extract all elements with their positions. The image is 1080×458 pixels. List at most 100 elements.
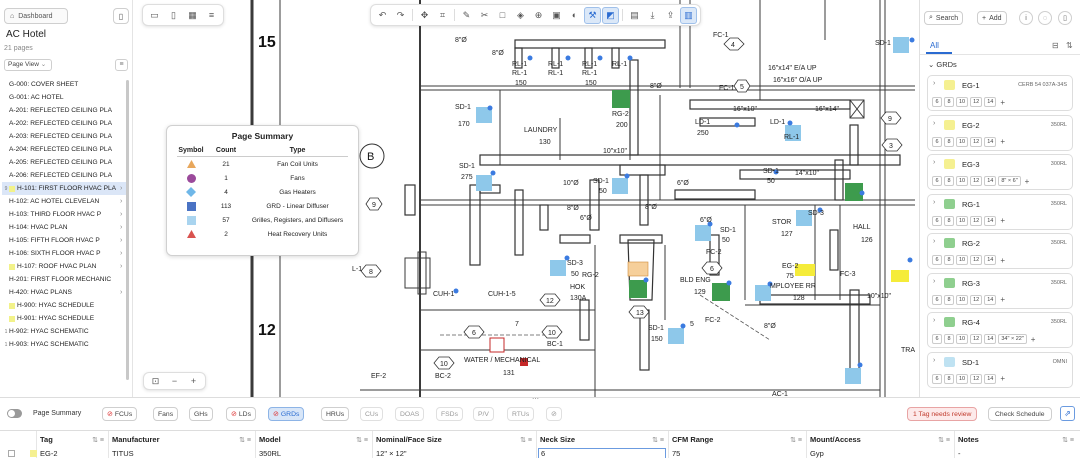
sheet-item[interactable]: 1 H-902: HYAC SCHEMATIC xyxy=(2,325,128,338)
tools-icon[interactable]: ✂ xyxy=(476,7,493,24)
chevron-right-icon[interactable]: › xyxy=(933,278,935,285)
cell-notes[interactable]: - xyxy=(958,448,961,458)
phone-icon[interactable]: ▯ xyxy=(165,7,182,24)
sheet-item[interactable]: G-000: COVER SHEET xyxy=(2,78,128,91)
add-size-icon[interactable]: + xyxy=(1025,177,1030,186)
size-chip[interactable]: 12 xyxy=(970,176,983,186)
add-size-icon[interactable]: + xyxy=(1000,256,1005,265)
filter-chip[interactable]: HRUs xyxy=(321,407,350,421)
grd-card[interactable]: › EG-2 350RL 6 8 10 12 14 + xyxy=(927,114,1073,151)
size-chip[interactable]: 8 xyxy=(944,215,954,226)
cell-face-size[interactable]: 12" × 12" xyxy=(376,448,407,458)
save-icon[interactable]: ▤ xyxy=(626,7,643,24)
size-chip[interactable]: 6 xyxy=(932,334,942,344)
auto-detect-icon[interactable]: ◩ xyxy=(602,6,619,24)
sheet-item[interactable]: H-201: FIRST FLOOR MECHANIC xyxy=(2,273,128,286)
crop-icon[interactable]: ⌗ xyxy=(434,7,451,24)
sheet-item[interactable]: H-104: HVAC PLAN › xyxy=(2,221,128,234)
resize-handle-icon[interactable]: ⋯ xyxy=(532,395,540,403)
size-chip[interactable]: 6 xyxy=(932,136,942,147)
size-chip[interactable]: 6 xyxy=(932,255,942,265)
col-mount[interactable]: Mount/Access ⇅ ≡ xyxy=(810,433,952,446)
grd-card[interactable]: › SD-1 OMNI 6 8 10 12 14 + xyxy=(927,351,1073,388)
size-chip[interactable]: 10 xyxy=(956,97,969,107)
rectangle-icon[interactable]: □ xyxy=(494,7,511,24)
sidebar-toggle-icon[interactable]: ▯ xyxy=(113,8,129,24)
sheet-item[interactable]: 9 H-101: FIRST FLOOR HVAC PLA › xyxy=(2,182,128,195)
chevron-right-icon[interactable]: › xyxy=(933,357,935,364)
filter-chip[interactable]: ⊘ FCUs xyxy=(102,407,138,421)
cell-cfm-range[interactable]: 75 xyxy=(672,448,680,458)
zoom-in-icon[interactable]: + xyxy=(185,373,202,390)
cell-model[interactable]: 350RL xyxy=(259,448,281,458)
sort-icon[interactable]: ⇅ xyxy=(1066,41,1073,50)
filter-chip[interactable]: ⊘ LDs xyxy=(226,407,256,421)
table-icon[interactable]: ▥ xyxy=(680,6,697,24)
size-chip[interactable]: 10 xyxy=(956,215,969,226)
add-size-icon[interactable]: + xyxy=(1000,216,1005,225)
cell-tag[interactable]: EG-2 xyxy=(40,448,58,458)
zoom-out-icon[interactable]: − xyxy=(166,373,183,390)
filter-chip[interactable]: P/V xyxy=(473,407,494,421)
size-chip[interactable]: 6 xyxy=(932,294,942,305)
col-face-size[interactable]: Nominal/Face Size ⇅ ≡ xyxy=(376,433,534,446)
col-cfm-range[interactable]: CFM Range ⇅ ≡ xyxy=(672,433,804,446)
size-chip[interactable]: 14 xyxy=(984,255,997,265)
size-chip[interactable]: 12 xyxy=(970,373,983,384)
size-chip[interactable]: 8 xyxy=(944,255,954,265)
tab-all[interactable]: All xyxy=(930,41,939,50)
add-size-icon[interactable]: + xyxy=(1000,295,1005,304)
size-chip[interactable]: 12 xyxy=(970,136,983,147)
size-chip[interactable]: 14 xyxy=(984,136,997,147)
download-icon[interactable]: ⤓ xyxy=(644,7,661,24)
drawing-canvas[interactable]: 45 98 12 6 10 10 13 6 93 75 15 12 B FC-1 SD-… xyxy=(0,0,1080,397)
col-notes[interactable]: Notes ⇅ ≡ xyxy=(958,433,1076,446)
size-chip[interactable]: 10 xyxy=(956,334,969,344)
size-chip[interactable]: 14 xyxy=(984,176,997,186)
filter-chip[interactable]: CUs xyxy=(360,407,384,421)
search-button[interactable]: ⌕ Search xyxy=(924,11,964,25)
sheet-item[interactable]: H-901: HYAC SCHEDULE xyxy=(2,312,128,325)
chevron-right-icon[interactable]: › xyxy=(933,199,935,206)
size-chip[interactable]: 10 xyxy=(956,294,969,305)
sheet-item[interactable]: A-201: REFLECTED CEILING PLA xyxy=(2,104,128,117)
chevron-right-icon[interactable]: › xyxy=(933,120,935,127)
info-icon[interactable]: i xyxy=(1019,11,1033,25)
chevron-right-icon[interactable]: › xyxy=(933,80,935,87)
add-size-icon[interactable]: + xyxy=(1031,335,1036,344)
sheet-item[interactable]: A-202: REFLECTED CEILING PLA xyxy=(2,117,128,130)
add-size-icon[interactable]: + xyxy=(1000,98,1005,107)
sheet-item[interactable]: G-001: AC HOTEL xyxy=(2,91,128,104)
size-chip[interactable]: 12 xyxy=(970,294,983,305)
add-button[interactable]: + Add xyxy=(977,11,1007,25)
fit-screen-icon[interactable]: ⊡ xyxy=(147,373,164,390)
size-chip[interactable]: 6 xyxy=(932,373,942,384)
tag-review-badge[interactable]: 1 Tag needs review xyxy=(907,407,978,421)
size-chip[interactable]: 10 xyxy=(956,176,969,186)
col-model[interactable]: Model ⇅ ≡ xyxy=(259,433,370,446)
size-chip[interactable]: 14 xyxy=(984,334,997,344)
size-chip[interactable]: 6 xyxy=(932,97,942,107)
sheet-item[interactable]: A-206: REFLECTED CEILING PLA xyxy=(2,169,128,182)
undo-icon[interactable]: ↶ xyxy=(374,7,391,24)
dashboard-button[interactable]: ⌂ Dashboard xyxy=(4,8,68,24)
layers-icon[interactable]: ◈ xyxy=(512,7,529,24)
size-chip[interactable]: 12 xyxy=(970,97,983,107)
sheet-item[interactable]: H-102: AC HOTEL CLEVELAN › xyxy=(2,195,128,208)
page-summary-toggle[interactable] xyxy=(7,409,22,418)
size-chip[interactable]: 6 xyxy=(932,176,942,186)
size-chip[interactable]: 6 xyxy=(932,215,942,226)
size-chip[interactable]: 12 xyxy=(970,255,983,265)
col-tag[interactable]: Tag ⇅ ≡ xyxy=(40,433,106,446)
filter-chip[interactable]: ⊘ GRDs xyxy=(268,407,305,421)
size-chip[interactable]: 12 xyxy=(970,334,983,344)
size-chip[interactable]: 8 xyxy=(944,97,954,107)
grd-card[interactable]: › EG-1 CERB 54 037A-34S 6 8 10 12 14 + xyxy=(927,75,1073,111)
open-external-icon[interactable]: ⇗ xyxy=(1060,406,1075,421)
sheet-item[interactable]: H-107: ROOF HVAC PLAN › xyxy=(2,260,128,273)
cell-neck-size-input[interactable]: 6 xyxy=(538,448,666,458)
col-neck-size[interactable]: Neck Size ⇅ ≡ xyxy=(540,433,666,446)
shapes-icon[interactable]: ◐ xyxy=(566,7,583,24)
sheet-item[interactable]: H-420: HVAC PLANS › xyxy=(2,286,128,299)
size-chip[interactable]: 14 xyxy=(984,294,997,305)
